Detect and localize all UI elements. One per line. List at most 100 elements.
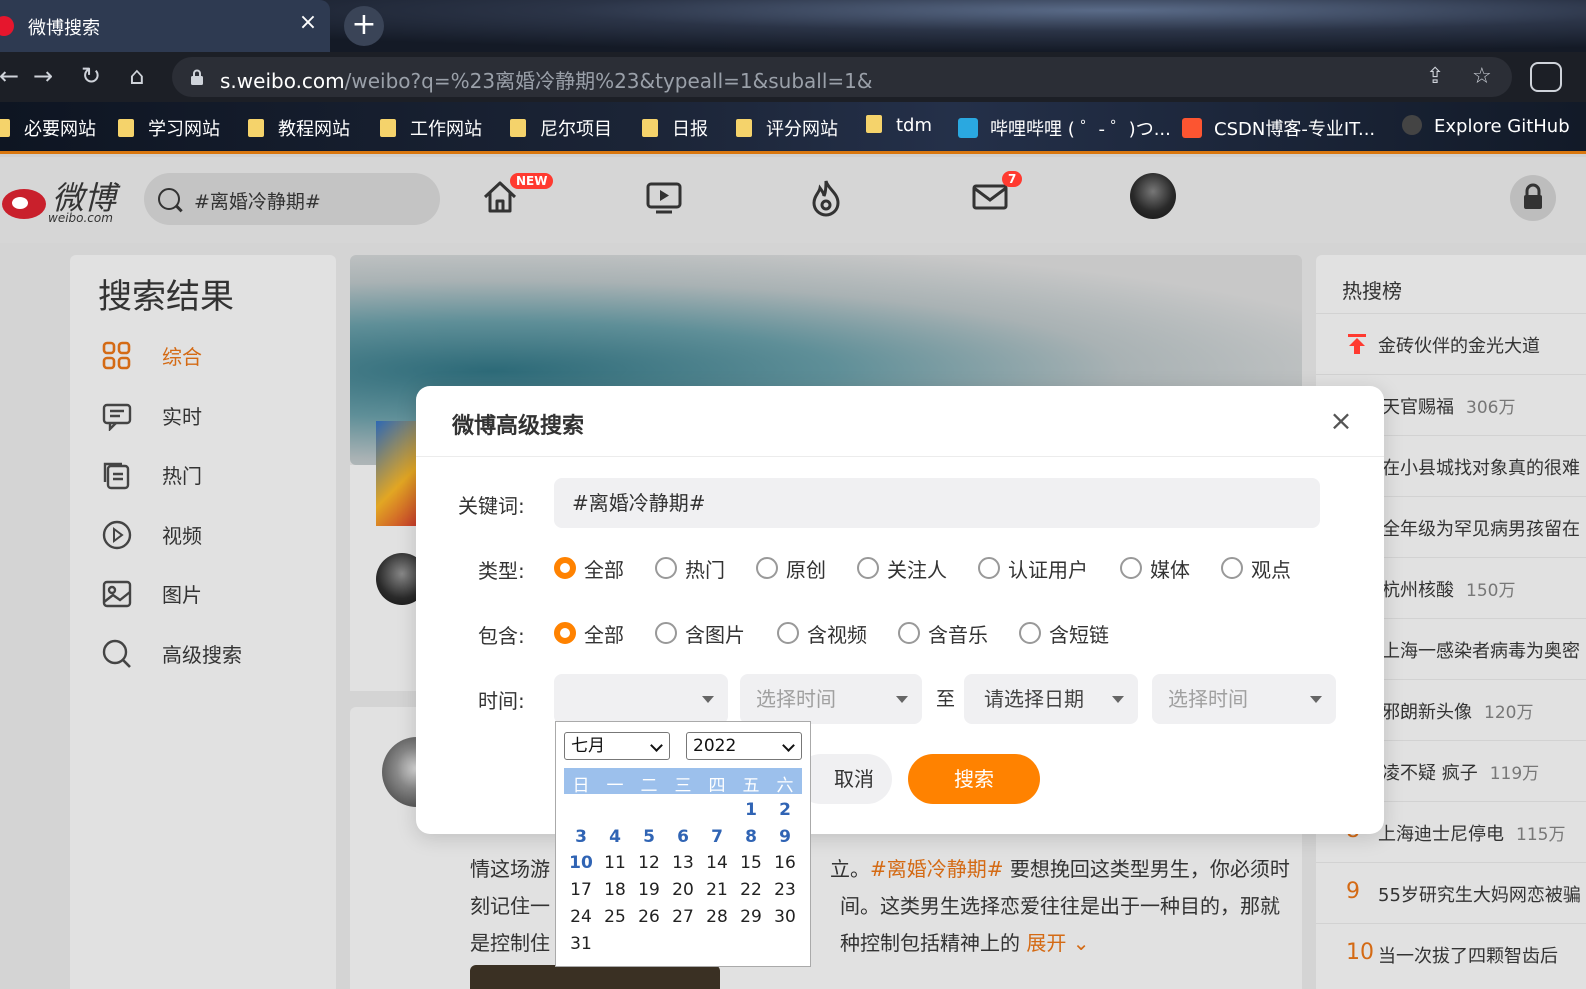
- forward-icon[interactable]: →: [28, 62, 58, 90]
- expand-link[interactable]: 展开 ⌄: [1026, 931, 1089, 955]
- post-image[interactable]: [470, 965, 720, 989]
- year-select[interactable]: 2022: [686, 732, 802, 760]
- calendar-day[interactable]: 22: [734, 880, 768, 900]
- calendar-day[interactable]: 9: [768, 827, 802, 847]
- bookmark-item[interactable]: 必要网站: [0, 115, 96, 141]
- user-avatar[interactable]: [1130, 173, 1176, 219]
- calendar-day[interactable]: 5: [632, 827, 666, 847]
- left-nav-item-advanced-search[interactable]: 高级搜索: [102, 633, 322, 673]
- play-circle-icon: [102, 520, 132, 550]
- left-nav-item-image[interactable]: 图片: [102, 573, 322, 613]
- folder-icon: [0, 119, 10, 137]
- calendar-day[interactable]: 15: [734, 853, 768, 873]
- calendar-day[interactable]: 8: [734, 827, 768, 847]
- bookmark-item[interactable]: 工作网站: [380, 115, 482, 141]
- calendar-day[interactable]: 7: [700, 827, 734, 847]
- new-badge: NEW: [510, 173, 554, 189]
- start-time-select[interactable]: 选择时间: [740, 674, 922, 724]
- calendar-day[interactable]: 17: [564, 880, 598, 900]
- radio-icon: [1221, 557, 1243, 579]
- bookmark-item[interactable]: Explore GitHub: [1402, 115, 1570, 137]
- include-label: 包含:: [478, 624, 525, 648]
- calendar-day[interactable]: 14: [700, 853, 734, 873]
- left-nav-item-realtime[interactable]: 实时: [102, 395, 322, 435]
- bookmark-item[interactable]: 尼尔项目: [510, 115, 612, 141]
- bookmark-item[interactable]: 教程网站: [248, 115, 350, 141]
- radio-icon: [655, 557, 677, 579]
- hot-search-item[interactable]: 9 55岁研究生大妈网恋被骗: [1316, 862, 1586, 923]
- left-nav-item-comprehensive[interactable]: 综合: [102, 335, 322, 375]
- calendar-day[interactable]: 18: [598, 880, 632, 900]
- new-tab-button[interactable]: +: [344, 6, 384, 46]
- folder-icon: [248, 119, 264, 137]
- post-hashtag[interactable]: #离婚冷静期#: [870, 857, 1004, 881]
- calendar-day[interactable]: 11: [598, 853, 632, 873]
- keyword-input[interactable]: #离婚冷静期#: [554, 478, 1320, 528]
- url-text: s.weibo.com/weibo?q=%23离婚冷静期%23&typeall=…: [220, 69, 873, 93]
- bookmark-item[interactable]: 哔哩哔哩 ( ゜- ゜)つ...: [958, 115, 1171, 141]
- radio-icon: [777, 622, 799, 644]
- weekday-label: 六: [776, 776, 794, 796]
- bookmark-item[interactable]: tdm: [866, 115, 932, 136]
- keyword-label: 关键词:: [458, 494, 525, 518]
- end-date-select[interactable]: 请选择日期: [964, 674, 1138, 724]
- search-button[interactable]: 搜索: [908, 754, 1040, 804]
- left-nav-title: 搜索结果: [98, 277, 234, 317]
- bookmark-item[interactable]: CSDN博客-专业IT...: [1182, 115, 1375, 141]
- home-icon[interactable]: ⌂: [122, 62, 152, 90]
- calendar-day[interactable]: 19: [632, 880, 666, 900]
- calendar-day[interactable]: 6: [666, 827, 700, 847]
- calendar-day[interactable]: 13: [666, 853, 700, 873]
- calendar-day[interactable]: 3: [564, 827, 598, 847]
- bookmark-item[interactable]: 评分网站: [736, 115, 838, 141]
- tab-close-icon[interactable]: ×: [296, 10, 320, 35]
- calendar-day[interactable]: 29: [734, 907, 768, 927]
- weekday-label: 一: [606, 776, 624, 796]
- chevron-down-icon: [782, 739, 795, 752]
- hot-search-item[interactable]: 10 当一次拔了四颗智齿后: [1316, 923, 1586, 984]
- caret-down-icon: [896, 696, 908, 703]
- message-icon: [102, 403, 132, 431]
- hot-nav-icon[interactable]: [806, 177, 846, 217]
- calendar-day[interactable]: 10: [564, 853, 598, 873]
- back-icon[interactable]: ←: [0, 62, 24, 90]
- share-icon[interactable]: ⇪: [1426, 64, 1444, 89]
- calendar-day[interactable]: 31: [564, 934, 598, 954]
- month-select[interactable]: 七月: [564, 732, 670, 760]
- calendar-day[interactable]: 1: [734, 800, 768, 820]
- bookmark-item[interactable]: 学习网站: [118, 115, 220, 141]
- calendar-day[interactable]: 2: [768, 800, 802, 820]
- calendar-day[interactable]: 23: [768, 880, 802, 900]
- publish-lock-icon[interactable]: [1510, 175, 1556, 221]
- end-time-select[interactable]: 选择时间: [1152, 674, 1336, 724]
- search-icon: [102, 639, 131, 668]
- reload-icon[interactable]: ↻: [76, 62, 106, 90]
- weibo-logo[interactable]: 微博 weibo.com: [0, 173, 130, 225]
- close-icon[interactable]: ×: [1326, 404, 1356, 437]
- left-nav-item-hot[interactable]: 热门: [102, 454, 322, 494]
- start-date-select[interactable]: [554, 674, 728, 724]
- calendar-day[interactable]: 24: [564, 907, 598, 927]
- bookmark-star-icon[interactable]: ☆: [1472, 64, 1492, 89]
- calendar-day[interactable]: 27: [666, 907, 700, 927]
- hot-search-item[interactable]: 金砖伙伴的金光大道: [1316, 313, 1586, 374]
- calendar-day[interactable]: 30: [768, 907, 802, 927]
- calendar-day[interactable]: 16: [768, 853, 802, 873]
- folder-icon: [118, 119, 134, 137]
- mail-count-badge: 7: [1002, 171, 1023, 187]
- browser-tab-strip: 微博搜索 × +: [0, 0, 1586, 52]
- calendar-day[interactable]: 25: [598, 907, 632, 927]
- calendar-day[interactable]: 28: [700, 907, 734, 927]
- calendar-day[interactable]: 12: [632, 853, 666, 873]
- weibo-search-input[interactable]: #离婚冷静期#: [144, 173, 440, 225]
- calendar-day[interactable]: 20: [666, 880, 700, 900]
- bookmark-item[interactable]: 日报: [642, 115, 708, 141]
- calendar-day[interactable]: 26: [632, 907, 666, 927]
- browser-tab[interactable]: 微博搜索 ×: [0, 0, 330, 52]
- calendar-day[interactable]: 4: [598, 827, 632, 847]
- left-nav-item-video[interactable]: 视频: [102, 514, 322, 554]
- calendar-day[interactable]: 21: [700, 880, 734, 900]
- profile-icon[interactable]: [1530, 62, 1562, 92]
- address-bar[interactable]: s.weibo.com/weibo?q=%23离婚冷静期%23&typeall=…: [172, 57, 1512, 97]
- video-nav-icon[interactable]: [644, 177, 684, 217]
